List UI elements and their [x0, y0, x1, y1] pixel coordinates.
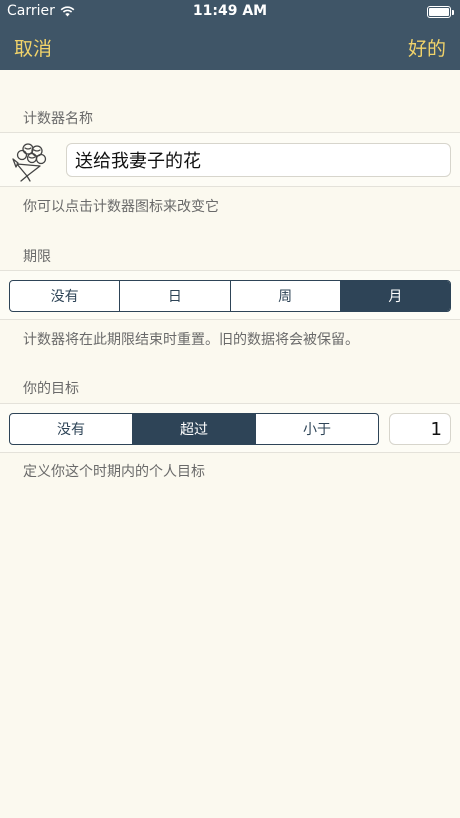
flower-bouquet-icon[interactable] [8, 139, 52, 183]
period-segmented-control: 没有 日 周 月 [9, 280, 451, 312]
period-cell: 没有 日 周 月 [0, 270, 460, 320]
goal-segmented-control: 没有 超过 小于 [9, 413, 379, 445]
counter-name-field[interactable] [66, 143, 451, 177]
goal-value-field[interactable] [389, 413, 451, 445]
period-option-none[interactable]: 没有 [10, 281, 121, 311]
period-option-day[interactable]: 日 [120, 281, 231, 311]
goal-hint: 定义你这个时期内的个人目标 [23, 464, 205, 480]
period-hint: 计数器将在此期限结束时重置。旧的数据将会被保留。 [23, 332, 359, 348]
status-time: 11:49 AM [192, 3, 268, 19]
cancel-button[interactable]: 取消 [14, 34, 52, 61]
period-header: 期限 [23, 249, 51, 265]
goal-header: 你的目标 [23, 381, 79, 397]
navigation-bar: 取消 好的 [0, 24, 460, 70]
period-option-week[interactable]: 周 [231, 281, 341, 311]
counter-name-header: 计数器名称 [23, 111, 93, 127]
counter-name-cell [0, 132, 460, 187]
period-option-month[interactable]: 月 [340, 281, 450, 311]
done-button[interactable]: 好的 [408, 34, 446, 61]
status-bar: Carrier 11:49 AM [0, 0, 460, 24]
goal-option-under[interactable]: 小于 [256, 414, 378, 444]
counter-icon-hint: 你可以点击计数器图标来改变它 [23, 199, 219, 215]
goal-option-none[interactable]: 没有 [10, 414, 133, 444]
goal-cell: 没有 超过 小于 [0, 403, 460, 453]
goal-option-over[interactable]: 超过 [133, 414, 256, 444]
battery-icon [427, 6, 454, 18]
